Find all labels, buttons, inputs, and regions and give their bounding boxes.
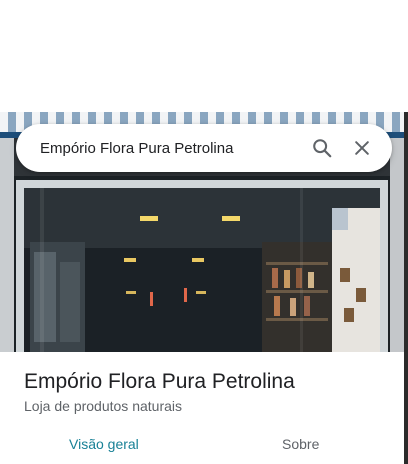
close-icon: [355, 141, 369, 155]
scrollbar-edge: [404, 112, 408, 464]
tab-overview[interactable]: Visão geral: [69, 436, 139, 452]
place-info-card: Empório Flora Pura Petrolina Loja de pro…: [0, 352, 404, 464]
search-icon: [313, 139, 332, 158]
tab-about[interactable]: Sobre: [282, 436, 319, 452]
search-input[interactable]: Empório Flora Pura Petrolina: [40, 140, 302, 157]
search-button[interactable]: [302, 128, 342, 168]
map-blank-area: [0, 0, 408, 112]
close-button[interactable]: [342, 128, 382, 168]
place-category: Loja de produtos naturais: [24, 398, 182, 414]
maps-place-view: Empório Flora Pura Petrolina Empório Flo…: [0, 0, 408, 464]
place-title: Empório Flora Pura Petrolina: [24, 370, 295, 393]
search-bar[interactable]: Empório Flora Pura Petrolina: [16, 124, 392, 172]
